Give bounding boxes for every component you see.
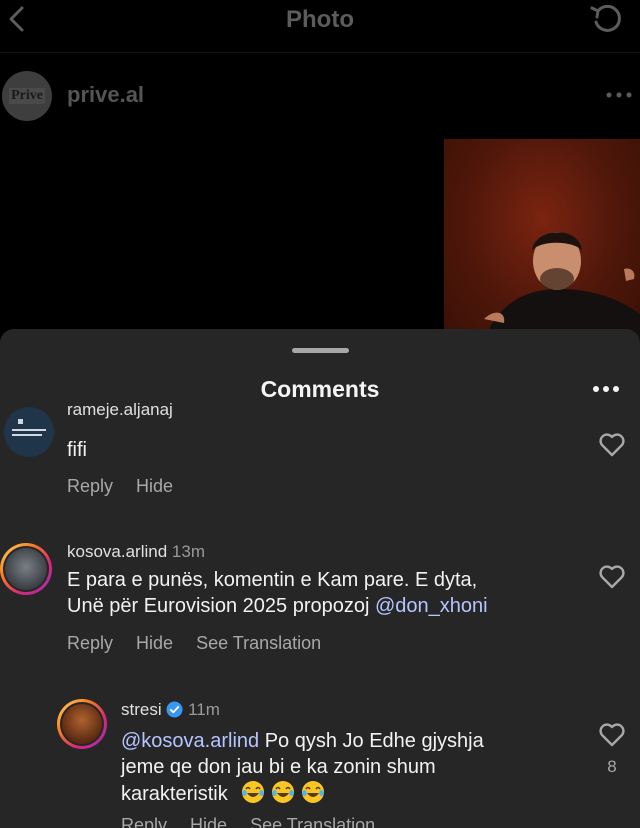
comment-item: rameje.aljanaj fifi Reply Hide	[0, 400, 640, 506]
mention-link[interactable]: @kosova.arlind	[121, 730, 259, 752]
commenter-username-text: stresi	[121, 700, 162, 719]
refresh-icon[interactable]	[588, 2, 624, 38]
prive-logo: Prive	[9, 88, 45, 104]
comment-timestamp: 11m	[188, 700, 220, 719]
hide-button[interactable]: Hide	[190, 815, 227, 828]
comments-sheet: Comments rameje.aljanaj fifi Reply Hide k…	[0, 329, 640, 828]
see-translation-button[interactable]: See Translation	[250, 815, 375, 828]
see-translation-button[interactable]: See Translation	[196, 633, 321, 653]
commenter-username-text: kosova.arlind	[67, 542, 168, 561]
laughing-emoji-icon	[302, 781, 325, 803]
like-heart-icon[interactable]	[598, 721, 626, 747]
comment-text: @kosova.arlind Po qysh Jo Edhe gjyshja j…	[121, 728, 484, 807]
comment-timestamp: 13m	[171, 542, 205, 561]
like-count: 8	[607, 757, 617, 776]
comment-line: jeme qe don jau bi e ka zonin shum	[121, 756, 436, 778]
reply-button[interactable]: Reply	[67, 476, 113, 496]
mention-link[interactable]: @don_xhoni	[375, 595, 488, 617]
top-divider	[0, 52, 640, 53]
comment-actions: Reply Hide See Translation	[67, 633, 344, 654]
comment-item: kosova.arlind 13m E para e punës, koment…	[0, 541, 640, 661]
photo-person-illustration	[484, 232, 640, 339]
comments-title: Comments	[260, 376, 380, 402]
commenter-avatar[interactable]	[4, 407, 54, 457]
hide-button[interactable]: Hide	[136, 633, 173, 653]
top-bar: Photo	[0, 0, 640, 40]
more-options-icon[interactable]	[604, 90, 634, 100]
comment-line: karakteristik	[121, 780, 484, 807]
avatar-photo	[3, 546, 49, 592]
comment-line: E para e punës, komentin e Kam pare. E d…	[67, 569, 478, 591]
reply-comment-item: stresi 11m @kosova.arlind Po qysh Jo Edh…	[0, 699, 640, 828]
comment-line-text: karakteristik	[121, 783, 228, 805]
comment-actions: Reply Hide See Translation	[121, 815, 398, 828]
laughing-emoji-icon	[242, 781, 265, 803]
post-photo[interactable]	[444, 139, 640, 339]
laughing-emoji-icon	[272, 781, 295, 803]
comment-line-text: Po qysh Jo Edhe gjyshja	[259, 730, 484, 752]
avatar-logo-icon	[12, 419, 46, 436]
reply-button[interactable]: Reply	[67, 633, 113, 653]
avatar-photo	[60, 702, 104, 746]
commenter-avatar[interactable]	[57, 699, 107, 749]
hide-button[interactable]: Hide	[136, 476, 173, 496]
verified-badge-icon	[166, 701, 183, 718]
post-author-avatar[interactable]: Prive	[2, 71, 52, 121]
page-title: Photo	[286, 6, 354, 33]
comment-text: E para e punës, komentin e Kam pare. E d…	[67, 567, 488, 619]
like-heart-icon[interactable]	[598, 563, 626, 589]
comment-text: fifi	[67, 439, 87, 461]
like-heart-icon[interactable]	[598, 431, 626, 457]
comments-more-icon[interactable]	[592, 385, 620, 393]
commenter-username[interactable]: kosova.arlind 13m	[67, 542, 205, 562]
post-author-username[interactable]: prive.al	[67, 82, 144, 108]
commenter-username-text: rameje.aljanaj	[67, 400, 173, 419]
reply-button[interactable]: Reply	[121, 815, 167, 828]
comment-line: Unë për Eurovision 2025 propozoj @don_xh…	[67, 593, 488, 619]
sheet-drag-handle[interactable]	[292, 348, 349, 353]
post-header: Prive prive.al	[0, 66, 640, 126]
comment-line-text: Unë për Eurovision 2025 propozoj	[67, 595, 375, 617]
commenter-avatar[interactable]	[0, 543, 52, 595]
commenter-username[interactable]: stresi 11m	[121, 700, 220, 720]
comment-actions: Reply Hide	[67, 476, 196, 497]
commenter-username[interactable]: rameje.aljanaj	[67, 400, 173, 420]
comment-line: @kosova.arlind Po qysh Jo Edhe gjyshja	[121, 728, 484, 754]
